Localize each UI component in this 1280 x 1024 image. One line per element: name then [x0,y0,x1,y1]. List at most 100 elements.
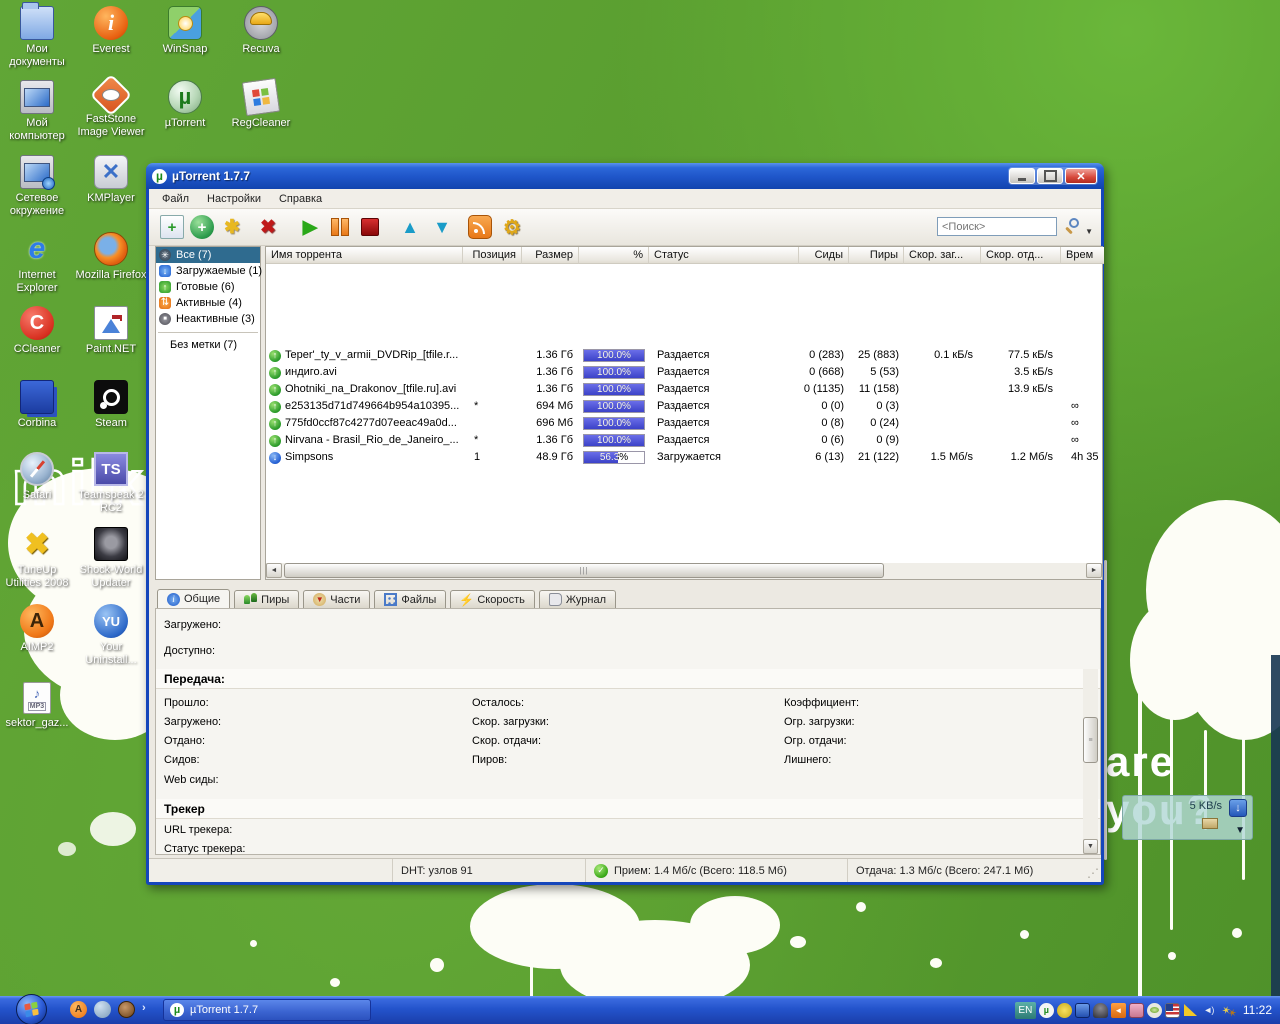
table-row[interactable]: Teper'_ty_v_armii_DVDRip_[tfile.r... 1.3… [266,347,1102,364]
quicklaunch-spiral-icon[interactable] [118,1001,135,1018]
language-indicator[interactable]: EN [1015,1002,1036,1019]
desktop-icon-faststone[interactable]: FastStone Image Viewer [75,80,147,139]
start-button[interactable] [16,994,47,1024]
sidebar-item-finished[interactable]: Готовые (6) [156,279,260,295]
scroll-right-icon[interactable]: ► [1086,563,1102,578]
sidebar-item-downloading[interactable]: Загружаемые (1) [156,263,260,279]
sidebar-item-inactive[interactable]: Неактивные (3) [156,311,260,327]
title-bar[interactable]: µ µTorrent 1.7.7 [146,163,1104,189]
stop-icon[interactable] [358,215,382,239]
vertical-scrollbar[interactable]: ≡ [1083,669,1098,854]
desktop-icon-sektor-gaz[interactable]: sektor_gaz... [1,682,73,730]
scrollbar-thumb[interactable]: ≡ [1083,717,1098,763]
signal-strength-tray-icon[interactable] [1183,1003,1198,1018]
desktop-icon-my-documents[interactable]: Мои документы [1,6,73,69]
col-up-speed[interactable]: Скор. отд... [981,247,1061,264]
search-input[interactable] [937,217,1057,236]
resize-grip[interactable]: ⋰ [1087,866,1099,880]
menu-help[interactable]: Справка [270,191,331,207]
table-row[interactable]: e253135d71d749664b954a10395... * 694 Мб … [266,398,1102,415]
taskbar-utorrent-button[interactable]: µ µTorrent 1.7.7 [163,999,371,1021]
smiley-tray-icon[interactable] [1057,1003,1072,1018]
download-arrow-icon[interactable]: ↓ [1229,799,1247,817]
col-status[interactable]: Статус [649,247,799,264]
speed-widget[interactable]: 5 KB/s ↓ ▼ [1122,795,1253,840]
volume-orange-tray-icon[interactable] [1111,1003,1126,1018]
menu-file[interactable]: Файл [153,191,198,207]
utorrent-tray-icon[interactable] [1039,1003,1054,1018]
move-up-icon[interactable] [398,215,422,239]
minimize-button[interactable] [1009,168,1035,184]
desktop-icon-utorrent[interactable]: µTorrent [149,80,221,130]
desktop-icon-ccleaner[interactable]: CCleaner [1,306,73,356]
sidebar-item-no-label[interactable]: Без метки (7) [156,337,260,353]
scrollbar-thumb[interactable]: ||| [284,563,884,578]
quicklaunch-globe-icon[interactable] [94,1001,111,1018]
hooded-figure-tray-icon[interactable] [1093,1003,1108,1018]
desktop-icon-internet-explorer[interactable]: Internet Explorer [1,232,73,295]
desktop-icon-network-places[interactable]: Сетевое окружение [1,155,73,218]
sidebar-item-active[interactable]: Активные (4) [156,295,260,311]
nvidia-tray-icon[interactable] [1147,1003,1162,1018]
tab-speed[interactable]: Скорость [450,590,535,608]
wand-tray-icon[interactable] [1216,999,1237,1020]
search-icon[interactable] [1069,218,1079,228]
rss-icon[interactable] [468,215,492,239]
tab-pieces[interactable]: Части [303,590,370,608]
col-name[interactable]: Имя торрента [266,247,463,264]
col-down-speed[interactable]: Скор. заг... [904,247,981,264]
display-tray-icon[interactable] [1075,1003,1090,1018]
menu-settings[interactable]: Настройки [198,191,270,207]
collapse-arrow-icon[interactable]: ▼ [1235,825,1245,836]
clock[interactable]: 11:22 [1243,1003,1272,1017]
desktop-icon-regcleaner[interactable]: RegCleaner [225,80,297,130]
desktop-icon-recuva[interactable]: Recuva [225,6,297,56]
search-dropdown-icon[interactable]: ▼ [1085,227,1093,236]
table-row[interactable]: индиго.avi 1.36 Гб 100.0%100.0% Раздаетс… [266,364,1102,381]
desktop-icon-tuneup[interactable]: TuneUp Utilities 2008 [1,527,73,590]
col-order[interactable]: Позиция [463,247,522,264]
desktop-icon-paintnet[interactable]: Paint.NET [75,306,147,356]
desktop-icon-safari[interactable]: Safari [1,452,73,502]
table-row[interactable]: 775fd0ccf87c4277d07eeac49a0d... 696 Мб 1… [266,415,1102,432]
desktop-icon-my-computer[interactable]: Мой компьютер [1,80,73,143]
table-row[interactable]: Nirvana - Brasil_Rio_de_Janeiro_... * 1.… [266,432,1102,449]
close-button[interactable] [1065,168,1097,184]
camera-tray-icon[interactable] [1129,1003,1144,1018]
scroll-down-icon[interactable]: ▼ [1083,839,1098,854]
quicklaunch-expand-icon[interactable]: › [142,1002,146,1014]
desktop-icon-shock-world[interactable]: Shock-World Updater [75,527,147,590]
desktop-icon-everest[interactable]: Everest [75,6,147,56]
add-url-icon[interactable] [190,215,214,239]
desktop-icon-teamspeak[interactable]: Teamspeak 2 RC2 [75,452,147,515]
desktop-icon-corbina[interactable]: Corbina [1,380,73,430]
horizontal-scrollbar[interactable]: ◄ ||| ► [265,563,1103,580]
remove-torrent-icon[interactable] [256,215,280,239]
move-down-icon[interactable] [430,215,454,239]
desktop-icon-kmplayer[interactable]: KMPlayer [75,155,147,205]
col-done[interactable]: % [579,247,649,264]
tab-general[interactable]: Общие [157,589,230,608]
start-icon[interactable] [298,215,322,239]
desktop-icon-winsnap[interactable]: WinSnap [149,6,221,56]
desktop-icon-firefox[interactable]: Mozilla Firefox [75,232,147,282]
col-seeds[interactable]: Сиды [799,247,849,264]
quicklaunch-aimp-icon[interactable] [70,1001,87,1018]
table-row[interactable]: Simpsons 1 48.9 Гб 56.3%56.3% Загружаетс… [266,449,1102,466]
table-row[interactable]: Ohotniki_na_Drakonov_[tfile.ru].avi 1.36… [266,381,1102,398]
scroll-left-icon[interactable]: ◄ [266,563,282,578]
tab-files[interactable]: Файлы [374,590,446,608]
volume-tray-icon[interactable] [1201,1003,1216,1018]
col-peers[interactable]: Пиры [849,247,904,264]
us-flag-tray-icon[interactable] [1165,1003,1180,1018]
preferences-icon[interactable] [500,215,524,239]
pause-icon[interactable] [328,215,352,239]
create-torrent-icon[interactable] [220,215,244,239]
col-eta[interactable]: Врем [1061,247,1104,264]
add-torrent-icon[interactable] [160,215,184,239]
tab-peers[interactable]: Пиры [234,590,299,608]
sidebar-item-all[interactable]: Все (7) [156,247,260,263]
tab-logger[interactable]: Журнал [539,590,616,608]
desktop-icon-steam[interactable]: Steam [75,380,147,430]
desktop-icon-aimp2[interactable]: AIMP2 [1,604,73,654]
